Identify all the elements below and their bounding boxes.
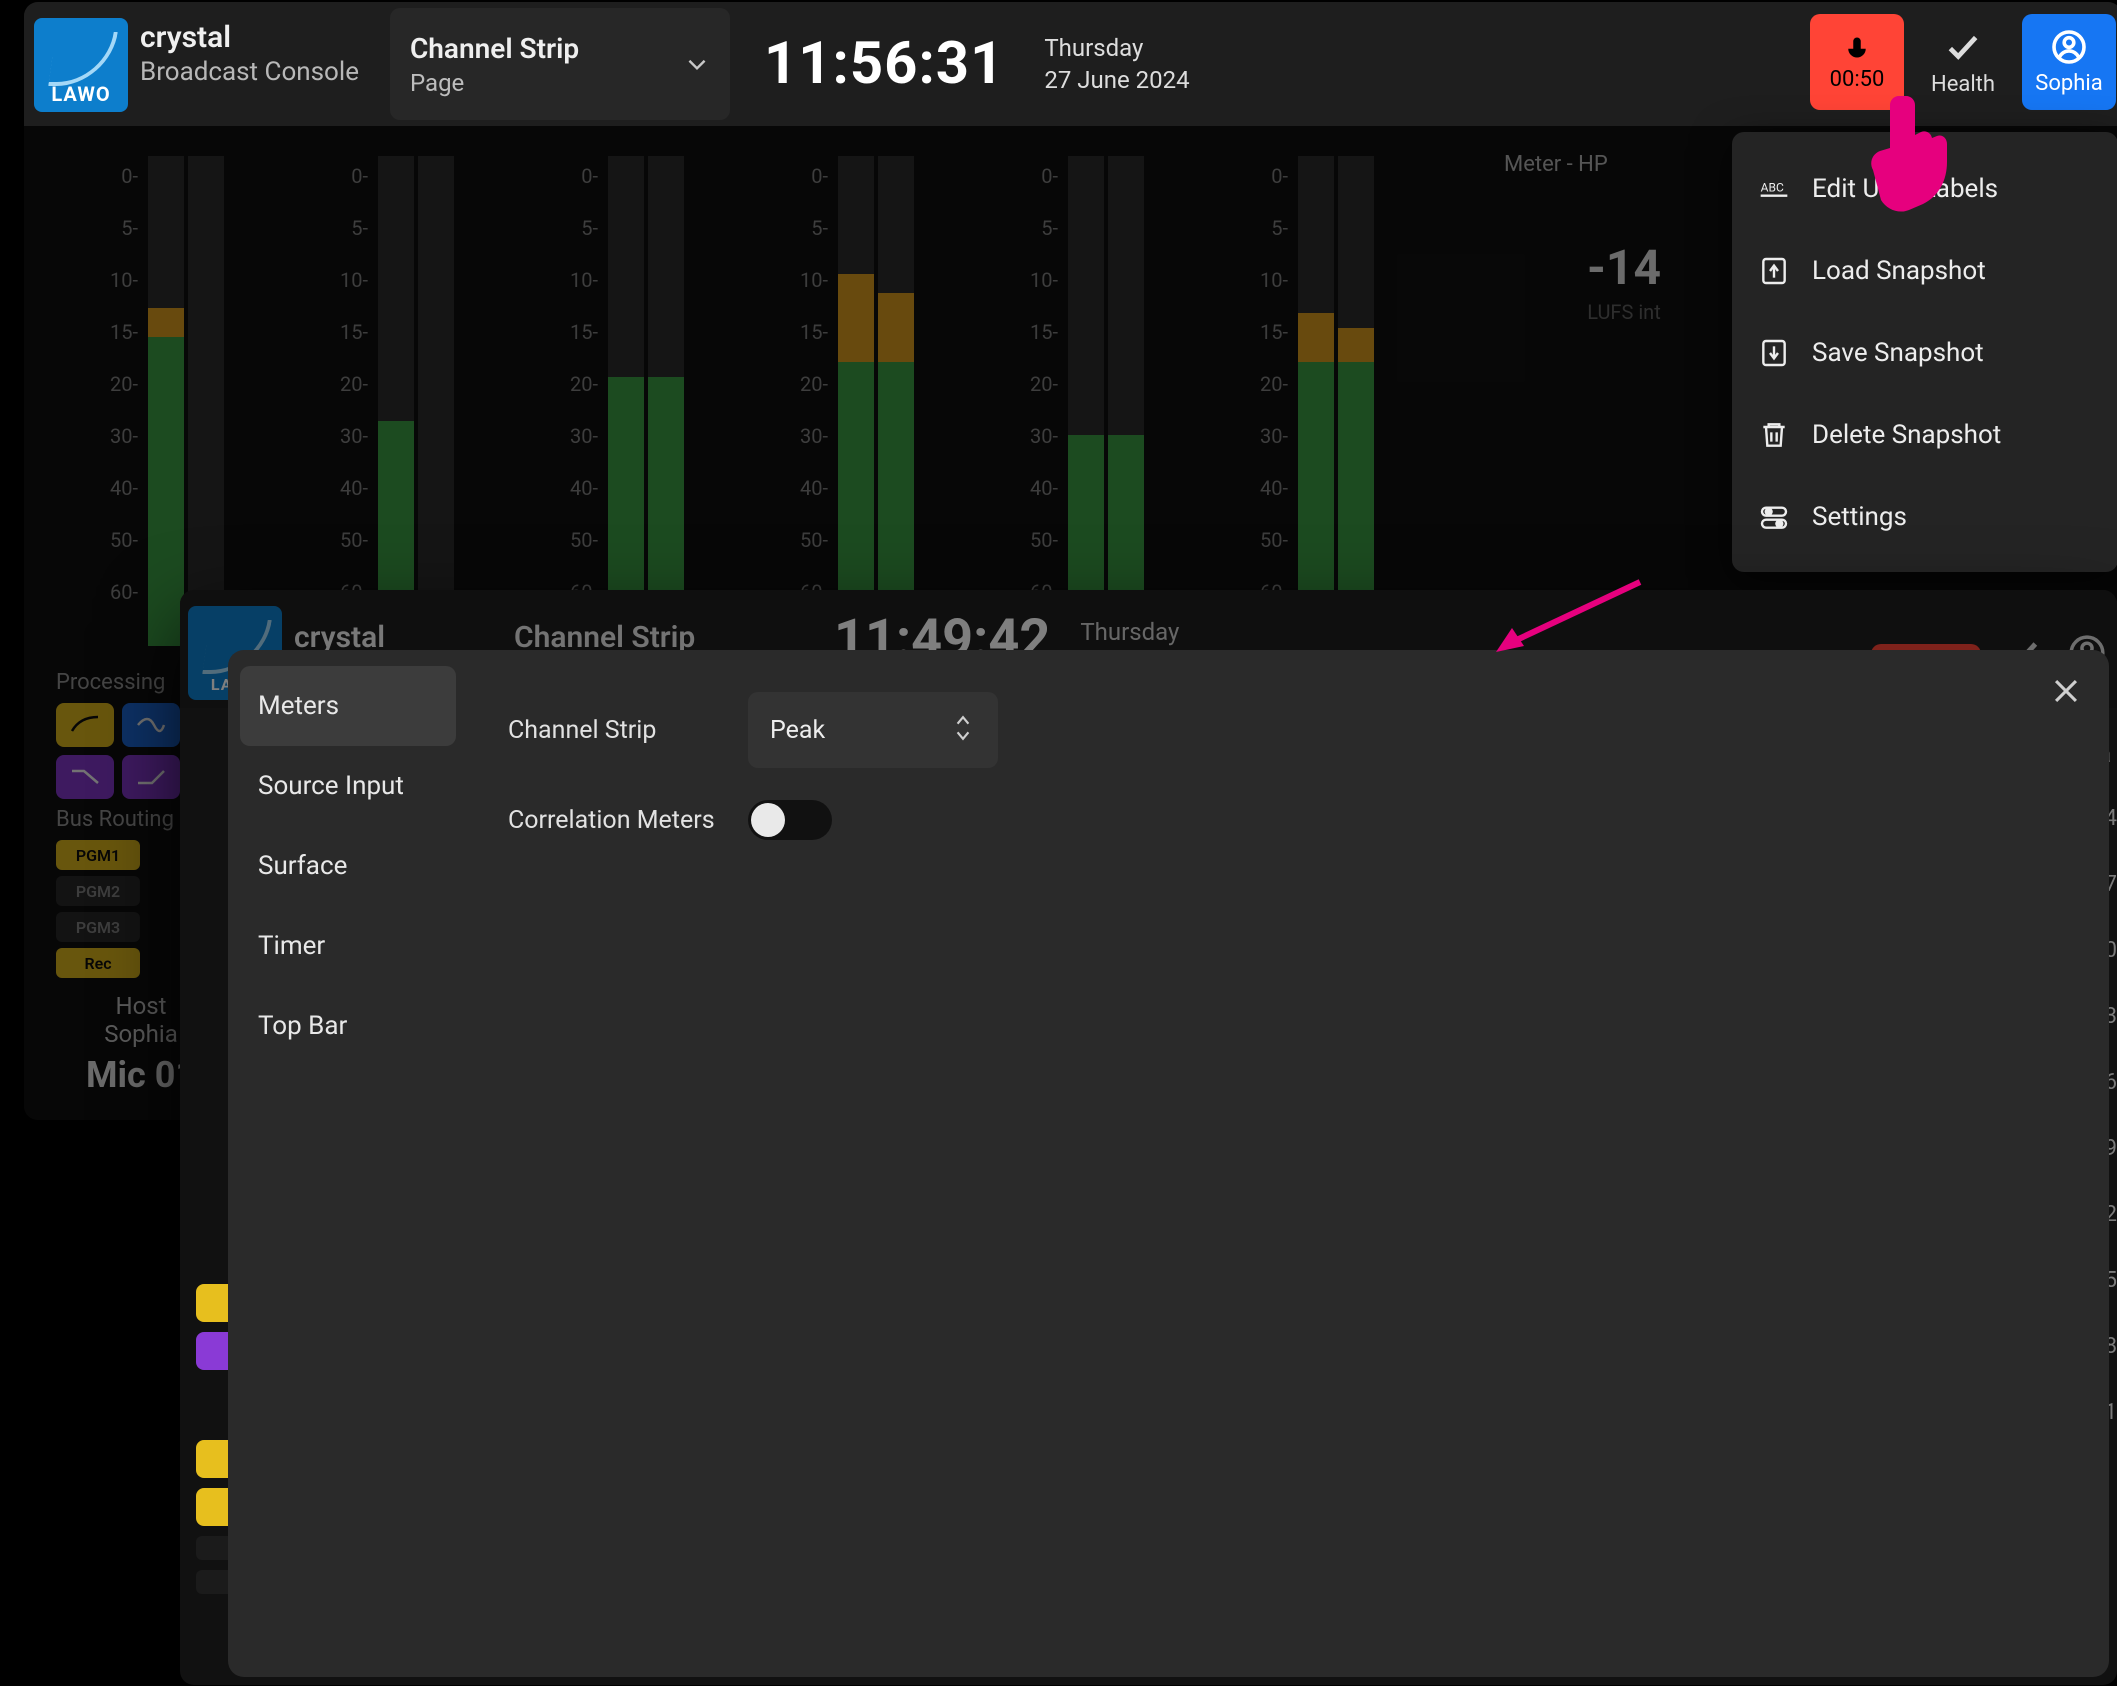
setting-label: Channel Strip [508, 716, 748, 745]
page-dropdown-title: Channel Strip [410, 32, 579, 65]
clock-date: 27 June 2024 [1044, 66, 1189, 94]
channel-strip-select[interactable]: Peak [748, 692, 998, 768]
clock-time: 11:56:31 [764, 30, 1004, 98]
app-logo: LAWO [34, 18, 128, 112]
menu-load-snapshot[interactable]: Load Snapshot [1732, 230, 2117, 312]
settings-main: Channel Strip Peak Correlation Meters [468, 650, 2109, 1677]
menu-settings[interactable]: Settings [1732, 476, 2117, 558]
download-icon [1758, 337, 1790, 369]
top-bar: LAWO crystal Broadcast Console Channel S… [24, 2, 2117, 126]
menu-label: Settings [1812, 502, 1907, 532]
correlation-toggle[interactable] [748, 800, 832, 840]
proc-btn[interactable] [56, 703, 114, 747]
menu-save-snapshot[interactable]: Save Snapshot [1732, 312, 2117, 394]
settings-sidebar: Meters Source Input Surface Timer Top Ba… [228, 650, 468, 1677]
settings-tab-source-input[interactable]: Source Input [240, 746, 456, 826]
settings-panel: Meters Source Input Surface Timer Top Ba… [228, 650, 2109, 1677]
clock-day: Thursday [1044, 34, 1189, 62]
app-subtitle: Broadcast Console [140, 57, 390, 87]
page-dropdown-sub: Page [410, 69, 579, 97]
settings-tab-top-bar[interactable]: Top Bar [240, 986, 456, 1066]
abc-icon: ABC [1758, 173, 1790, 205]
app-title: crystal [140, 20, 390, 55]
proc-btn[interactable] [122, 703, 180, 747]
route-pgm3[interactable]: PGM3 [56, 912, 140, 942]
route-pgm1[interactable]: PGM1 [56, 840, 140, 870]
on-air-timer-value: 00:50 [1830, 67, 1885, 92]
meter-hp-title: Meter - HP [1504, 152, 1744, 177]
meter-scale: 0-5-10-15-20-30-40-50-60- [98, 150, 138, 618]
page-dropdown[interactable]: Channel Strip Page [390, 8, 730, 120]
app-title-block: crystal Broadcast Console [140, 2, 390, 126]
user-button[interactable]: Sophia [2022, 14, 2116, 110]
svg-text:ABC: ABC [1761, 181, 1784, 195]
user-label: Sophia [2035, 71, 2102, 96]
chevron-down-icon [684, 51, 710, 77]
settings-toggle-icon [1758, 501, 1790, 533]
clock-block: 11:56:31 Thursday 27 June 2024 [764, 2, 1190, 126]
settings-tab-meters[interactable]: Meters [240, 666, 456, 746]
route-rec[interactable]: Rec [56, 948, 140, 978]
meter-hp-value: -14 [1504, 239, 1744, 296]
upload-icon [1758, 255, 1790, 287]
annotation-arrow-icon [1490, 572, 1650, 662]
settings-tab-timer[interactable]: Timer [240, 906, 456, 986]
menu-label: Save Snapshot [1812, 338, 1984, 368]
proc-btn[interactable] [122, 755, 180, 799]
annotation-pointer-icon [1870, 92, 1960, 212]
setting-row-correlation: Correlation Meters [508, 780, 2069, 860]
meter-hp-panel: Meter - HP -14 LUFS int [1504, 152, 1744, 352]
setting-label: Correlation Meters [508, 806, 748, 835]
updown-icon [950, 711, 976, 749]
menu-label: Load Snapshot [1812, 256, 1986, 286]
logo-text: LAWO [34, 82, 128, 106]
meter-hp-sub: LUFS int [1504, 300, 1744, 324]
close-icon[interactable] [2049, 674, 2083, 708]
proc-btn[interactable] [56, 755, 114, 799]
select-value: Peak [770, 716, 825, 745]
route-pgm2[interactable]: PGM2 [56, 876, 140, 906]
toggle-knob [751, 803, 785, 837]
check-icon [1944, 28, 1982, 72]
menu-label: Delete Snapshot [1812, 420, 2001, 450]
setting-row-channel-strip: Channel Strip Peak [508, 690, 2069, 770]
trash-icon [1758, 419, 1790, 451]
settings-tab-surface[interactable]: Surface [240, 826, 456, 906]
settings-window: LAWO crystal Channel Strip 11:49:42 Thur… [180, 590, 2117, 1685]
microphone-icon [1842, 33, 1872, 67]
user-icon [2051, 29, 2087, 71]
menu-delete-snapshot[interactable]: Delete Snapshot [1732, 394, 2117, 476]
